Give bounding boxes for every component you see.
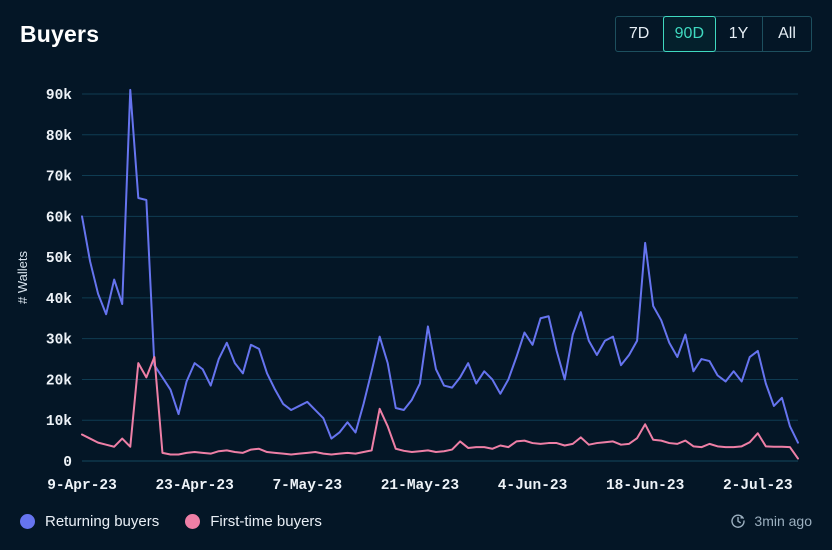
- card-footer: Returning buyers First-time buyers 3min a…: [0, 498, 832, 550]
- legend-color-swatch: [20, 513, 35, 529]
- series-line-returning-buyers: [81, 88, 799, 444]
- legend-label: Returning buyers: [45, 512, 160, 530]
- range-button-90d[interactable]: 90D: [662, 16, 716, 52]
- x-axis-tick-label: 7-May-23: [272, 478, 342, 494]
- y-axis-tick-label: 30k: [46, 333, 72, 349]
- y-axis-title: # Wallets: [15, 251, 30, 304]
- buyers-chart-card: Buyers 7D 90D 1Y All 0 10k 20k 30k 40k 50k 60k 70k…: [0, 0, 832, 550]
- last-updated[interactable]: 3min ago: [730, 513, 812, 529]
- y-axis-tick-label: 10k: [46, 414, 72, 430]
- range-button-1y[interactable]: 1Y: [715, 17, 763, 51]
- legend-item-first-time[interactable]: First-time buyers: [185, 513, 322, 530]
- time-range-selector[interactable]: 7D 90D 1Y All: [614, 16, 812, 52]
- y-axis-tick-label: 50k: [46, 251, 72, 267]
- series-line-first-time-buyers: [81, 356, 799, 460]
- x-axis-tick-label: 21-May-23: [381, 478, 459, 494]
- legend-label: First-time buyers: [210, 512, 322, 530]
- y-axis-tick-label: 80k: [46, 129, 72, 145]
- y-axis-tick-label: 20k: [46, 373, 72, 389]
- chart-legend: Returning buyers First-time buyers: [20, 513, 322, 530]
- last-updated-text: 3min ago: [754, 513, 812, 529]
- legend-item-returning[interactable]: Returning buyers: [20, 513, 159, 530]
- x-axis-tick-label: 23-Apr-23: [155, 478, 233, 494]
- y-axis-tick-label: 60k: [46, 210, 72, 226]
- x-axis-tick-label: 18-Jun-23: [606, 478, 684, 494]
- range-button-7d[interactable]: 7D: [616, 17, 664, 51]
- x-axis-tick-label: 4-Jun-23: [498, 478, 568, 494]
- clock-refresh-icon: [730, 513, 746, 529]
- x-axis-tick-label: 9-Apr-23: [47, 478, 117, 494]
- range-button-all[interactable]: All: [763, 17, 811, 51]
- card-header: Buyers 7D 90D 1Y All: [0, 0, 832, 68]
- legend-color-swatch: [185, 513, 201, 529]
- y-axis-tick-label: 40k: [46, 292, 72, 308]
- y-axis-tick-label: 70k: [46, 170, 72, 186]
- y-axis-tick-label: 0: [63, 455, 72, 471]
- buyers-line-chart: 0 10k 20k 30k 40k 50k 60k 70k 80k 90k # Wallets 9-A…: [15, 88, 799, 494]
- y-axis-tick-label: 90k: [46, 88, 72, 104]
- chart-area: 0 10k 20k 30k 40k 50k 60k 70k 80k 90k # Wallets 9-A…: [0, 68, 832, 498]
- page-title: Buyers: [20, 20, 100, 47]
- x-axis-tick-label: 2-Jul-23: [723, 478, 793, 494]
